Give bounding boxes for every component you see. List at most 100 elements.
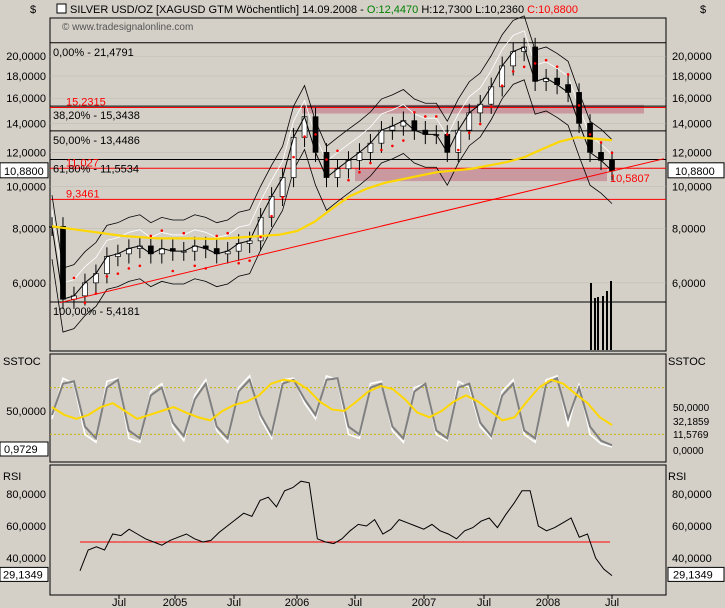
psar-dot <box>358 170 361 174</box>
psar-dot <box>511 70 515 73</box>
psar-dot <box>391 144 394 148</box>
red-level-label: 15,2315 <box>66 96 106 108</box>
rsi-panel[interactable] <box>49 464 667 596</box>
x-tick-label: Jul <box>227 597 241 608</box>
open-value: O:12,4470 <box>367 4 418 16</box>
psar-dot <box>193 264 197 268</box>
psar-dot <box>182 231 186 235</box>
psar-dot <box>478 122 482 126</box>
psar-dot <box>489 105 493 108</box>
chart-title: SILVER USD/OZ [XAGUSD GTM Wöchentlich] 1… <box>70 4 578 16</box>
trendline-value-label: 10,5807 <box>610 173 650 185</box>
fib-label: 38,20% - 15,3438 <box>53 110 140 122</box>
psar-dot <box>413 110 416 114</box>
rsi-tick-left: 80,0000 <box>6 489 46 501</box>
fib-label: 0,00% - 21,4791 <box>53 47 134 59</box>
psar-dot <box>303 135 306 138</box>
psar-dot <box>599 141 603 144</box>
y-tick-left: 8,0000 <box>12 224 46 236</box>
fib-label: 100,00% - 5,4181 <box>53 306 140 318</box>
psar-dot <box>610 151 614 155</box>
chart-workspace: $ SILVER USD/OZ [XAGUSD GTM Wöchentlich]… <box>0 3 725 608</box>
y-tick-right: 14,0000 <box>672 118 712 130</box>
rsi-tick-right: 60,0000 <box>672 521 712 533</box>
psar-dot <box>314 133 317 136</box>
support-zone <box>355 167 607 182</box>
psar-dot <box>149 234 153 238</box>
psar-dot <box>259 235 262 239</box>
psar-dot <box>171 269 175 273</box>
high-value: H:12,7300 <box>421 4 472 16</box>
y-tick-left: 12,0000 <box>6 147 46 159</box>
rsi-label-left: RSI <box>3 471 21 483</box>
x-tick-label: 2006 <box>285 597 309 608</box>
psar-dot <box>456 148 460 152</box>
last-value-right: 10,8800 <box>675 166 715 178</box>
x-tick-label: 2008 <box>536 597 560 608</box>
psar-dot <box>369 161 372 165</box>
fib-label: 50,00% - 13,4486 <box>53 135 140 147</box>
y-tick-right: 6,0000 <box>672 278 706 290</box>
psar-dot <box>270 214 273 218</box>
psar-dot <box>116 272 120 275</box>
currency-label: $ <box>30 4 36 16</box>
rsi-tick-right: 80,0000 <box>672 489 712 501</box>
rsi-last-value-left: 29,1349 <box>3 569 43 581</box>
psar-dot <box>237 261 240 265</box>
x-tick-label: Jul <box>605 597 619 608</box>
volume-bar <box>606 291 608 350</box>
price-panel[interactable] <box>49 17 667 352</box>
y-tick-right: 20,0000 <box>672 51 712 63</box>
settings-checkbox-icon[interactable] <box>56 3 67 14</box>
psar-dot <box>555 65 559 68</box>
sstoc-tick-left: 50,0000 <box>6 406 46 418</box>
psar-dot <box>127 267 131 270</box>
rsi-last-value-right: 29,1349 <box>673 569 713 581</box>
watermark: © www.tradesignalonline.com <box>62 22 193 33</box>
currency-label-right: $ <box>700 4 706 16</box>
rsi-tick-right: 40,0000 <box>672 553 712 565</box>
psar-dot <box>380 148 383 152</box>
red-level-label: 9,3461 <box>66 188 100 200</box>
volume-bar <box>602 296 604 350</box>
psar-dot <box>533 62 537 65</box>
psar-dot <box>336 149 339 153</box>
psar-dot <box>105 275 109 278</box>
sstoc-tick-right: 11,5769 <box>673 430 709 441</box>
psar-dot <box>281 196 284 199</box>
y-tick-right: 10,0000 <box>672 182 712 194</box>
psar-dot <box>544 58 548 62</box>
y-tick-left: 10,0000 <box>6 182 46 194</box>
psar-dot <box>467 131 471 135</box>
psar-dot <box>292 155 295 159</box>
y-tick-right: 8,0000 <box>672 224 706 236</box>
chart-title-text: SILVER USD/OZ [XAGUSD GTM Wöchentlich] 1… <box>70 4 364 16</box>
y-tick-left: 14,0000 <box>6 118 46 130</box>
psar-dot <box>138 264 142 268</box>
sstoc-tick-right: 0,0000 <box>673 446 704 457</box>
y-tick-right: 16,0000 <box>672 93 712 105</box>
x-tick-label: Jul <box>112 597 126 608</box>
psar-dot <box>588 133 592 136</box>
psar-dot <box>347 178 350 182</box>
y-tick-left: 20,0000 <box>6 51 46 63</box>
last-value-left: 10,8800 <box>4 166 44 178</box>
sstoc-label-right: SSTOC <box>668 356 706 368</box>
psar-dot <box>226 231 229 235</box>
sstoc-tick-right: 50,0000 <box>673 403 710 414</box>
rsi-label-right: RSI <box>668 471 686 483</box>
rsi-tick-left: 40,0000 <box>6 553 46 565</box>
close-value: C:10,8800 <box>527 4 578 16</box>
psar-dot <box>445 133 449 136</box>
time-axis: Jul 2005 Jul 2006 Jul 2007 Jul 2008 Jul <box>112 595 619 608</box>
psar-dot <box>402 139 405 142</box>
volume-bar <box>597 297 599 350</box>
rsi-tick-left: 60,0000 <box>6 521 46 533</box>
red-level-label: 11,027 <box>66 157 99 169</box>
x-tick-label: 2007 <box>412 597 436 608</box>
psar-dot <box>72 276 76 280</box>
volume-bar <box>590 283 592 350</box>
psar-dot <box>215 234 219 238</box>
x-tick-label: 2005 <box>163 597 187 608</box>
psar-dot <box>424 115 427 118</box>
